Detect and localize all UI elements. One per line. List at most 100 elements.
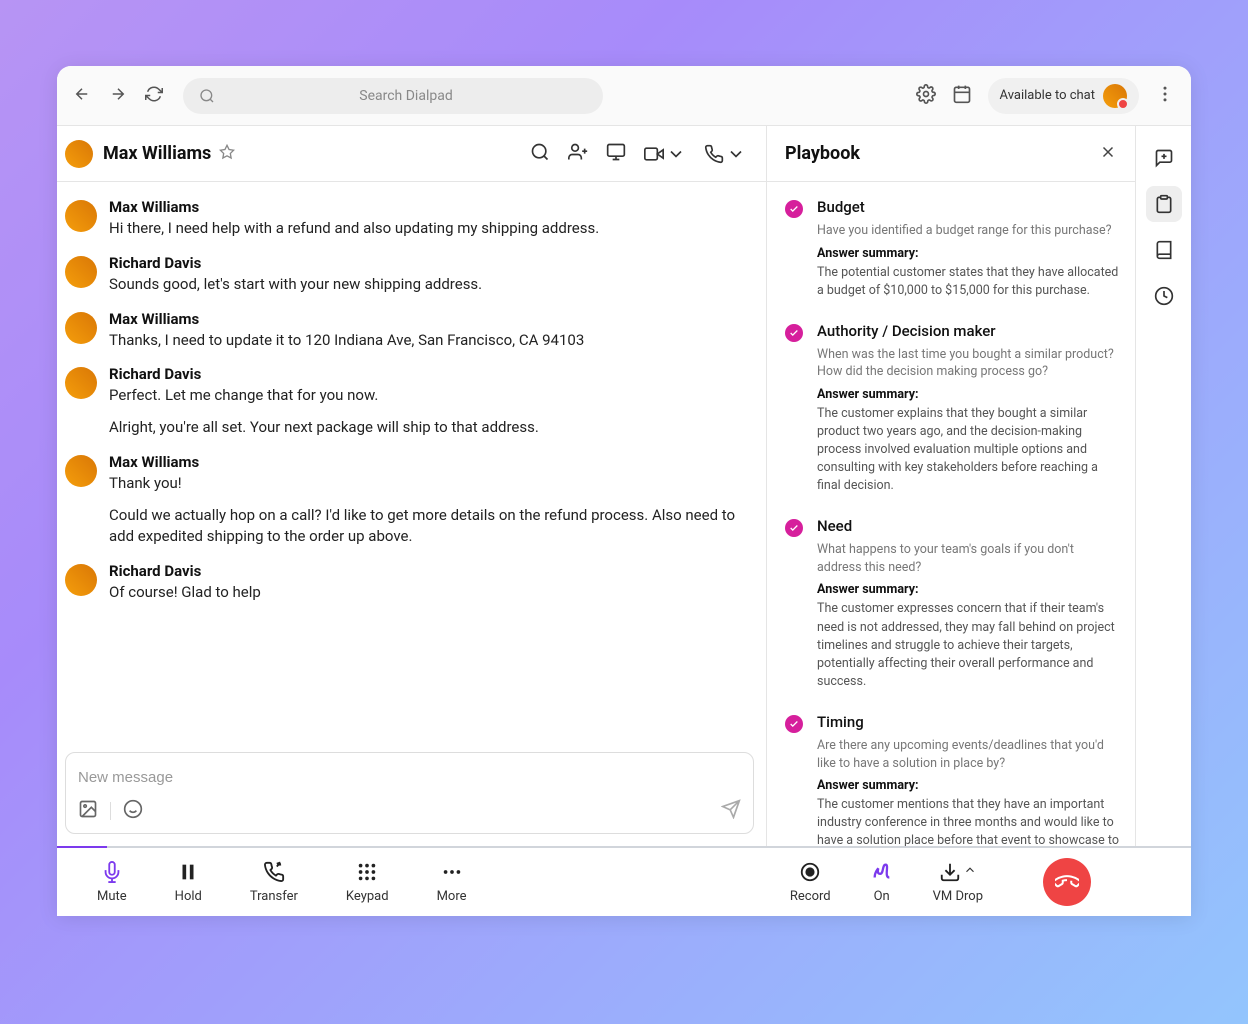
contact-name: Max Williams (103, 143, 211, 164)
composer-input[interactable] (78, 763, 741, 791)
topbar-right: Available to chat (916, 78, 1175, 114)
playbook-item: Timing Are there any upcoming events/dead… (785, 713, 1119, 846)
playbook-item-summary: The customer mentions that they have an … (817, 796, 1119, 846)
transfer-button[interactable]: Transfer (250, 861, 298, 904)
message-text: Thanks, I need to update it to 120 India… (109, 330, 754, 352)
back-icon[interactable] (73, 85, 91, 107)
message-text: Perfect. Let me change that for you now. (109, 385, 754, 407)
message-text: Thank you! (109, 473, 754, 495)
search-input[interactable]: Search Dialpad (183, 78, 603, 114)
callbar: Mute Hold Transfer Keypad More Reco (57, 846, 1191, 916)
check-icon (785, 200, 803, 218)
clipboard-icon[interactable] (1146, 186, 1182, 222)
chat-actions (530, 142, 758, 166)
divider (110, 802, 111, 820)
close-icon[interactable] (1099, 143, 1117, 165)
playbook-item-title: Authority / Decision maker (817, 322, 1119, 340)
message: Richard Davis Sounds good, let's start wi… (65, 254, 754, 296)
mute-button[interactable]: Mute (97, 861, 127, 904)
message-sender: Richard Davis (109, 562, 754, 580)
playbook-item-question: Are there any upcoming events/deadlines … (817, 737, 1119, 772)
star-icon[interactable] (219, 144, 235, 164)
playbook-item-question: When was the last time you bought a simi… (817, 346, 1119, 381)
ai-button[interactable]: On (871, 861, 893, 904)
message-text: Sounds good, let's start with your new s… (109, 274, 754, 296)
emoji-icon[interactable] (123, 799, 143, 823)
playbook-title: Playbook (785, 143, 860, 164)
message-sender: Max Williams (109, 198, 754, 216)
vmdrop-label: VM Drop (933, 889, 983, 904)
message-sender: Richard Davis (109, 365, 754, 383)
book-icon[interactable] (1146, 232, 1182, 268)
playbook-item-question: Have you identified a budget range for t… (817, 222, 1119, 240)
screenshare-icon[interactable] (606, 142, 626, 166)
message: Richard Davis Of course! Glad to help (65, 562, 754, 604)
playbook-panel: Playbook Budget Have you identified a bud… (767, 126, 1135, 846)
search-icon[interactable] (530, 142, 550, 166)
playbook-summary-label: Answer summary: (817, 778, 1119, 793)
playbook-item: Authority / Decision maker When was the l… (785, 322, 1119, 496)
topbar: Search Dialpad Available to chat (57, 66, 1191, 126)
message-text: Could we actually hop on a call? I'd lik… (109, 505, 754, 549)
app-window: Search Dialpad Available to chat Max Wil… (57, 66, 1191, 916)
hold-button[interactable]: Hold (175, 861, 202, 904)
more-button[interactable]: More (437, 861, 467, 904)
record-button[interactable]: Record (790, 861, 831, 904)
nav-buttons (73, 85, 163, 107)
search-icon (199, 88, 215, 104)
message-sender: Richard Davis (109, 254, 754, 272)
playbook-item-summary: The customer expresses concern that if t… (817, 600, 1119, 691)
add-user-icon[interactable] (568, 142, 588, 166)
ai-label: On (874, 889, 890, 904)
playbook-summary-label: Answer summary: (817, 246, 1119, 261)
message-sender: Max Williams (109, 453, 754, 471)
playbook-body: Budget Have you identified a budget range… (767, 182, 1135, 846)
chevron-up-icon[interactable] (963, 862, 977, 881)
refresh-icon[interactable] (145, 85, 163, 107)
message-text: Of course! Glad to help (109, 582, 754, 604)
playbook-summary-label: Answer summary: (817, 387, 1119, 402)
playbook-item-summary: The customer explains that they bought a… (817, 405, 1119, 496)
calendar-icon[interactable] (952, 84, 972, 108)
add-note-icon[interactable] (1146, 140, 1182, 176)
more-label: More (437, 889, 467, 904)
message-avatar (65, 200, 97, 232)
video-icon[interactable] (644, 142, 686, 166)
message-avatar (65, 367, 97, 399)
playbook-item-summary: The potential customer states that they … (817, 264, 1119, 300)
playbook-item-title: Need (817, 517, 1119, 535)
check-icon (785, 519, 803, 537)
keypad-button[interactable]: Keypad (346, 861, 389, 904)
message-avatar (65, 564, 97, 596)
check-icon (785, 715, 803, 733)
transfer-label: Transfer (250, 889, 298, 904)
presence-text: Available to chat (1000, 88, 1095, 103)
playbook-item: NeedWhat happens to your team's goals if… (785, 517, 1119, 691)
message-text: Hi there, I need help with a refund and … (109, 218, 754, 240)
playbook-item-title: Timing (817, 713, 1119, 731)
hangup-button[interactable] (1043, 858, 1091, 906)
message-composer[interactable] (65, 752, 754, 834)
message: Richard Davis Perfect. Let me change that… (65, 365, 754, 439)
message: Max WilliamsThanks, I need to update it … (65, 310, 754, 352)
more-vert-icon[interactable] (1155, 84, 1175, 108)
playbook-item-title: Budget (817, 198, 1119, 216)
forward-icon[interactable] (109, 85, 127, 107)
search-placeholder: Search Dialpad (359, 88, 452, 104)
image-icon[interactable] (78, 799, 98, 823)
main: Max Williams Max Williams Hi there, I nee… (57, 126, 1191, 846)
right-rail (1135, 126, 1191, 846)
mute-label: Mute (97, 889, 127, 904)
callbar-left: Mute Hold Transfer Keypad More (97, 861, 467, 904)
send-icon[interactable] (721, 799, 741, 823)
callbar-right: Record On VM Drop (790, 858, 1091, 906)
chat-header: Max Williams (57, 126, 766, 182)
avatar (1103, 84, 1127, 108)
presence-chip[interactable]: Available to chat (988, 78, 1139, 114)
phone-icon[interactable] (704, 142, 746, 166)
vmdrop-button[interactable]: VM Drop (933, 861, 983, 904)
keypad-label: Keypad (346, 889, 389, 904)
history-icon[interactable] (1146, 278, 1182, 314)
settings-icon[interactable] (916, 84, 936, 108)
record-label: Record (790, 889, 831, 904)
